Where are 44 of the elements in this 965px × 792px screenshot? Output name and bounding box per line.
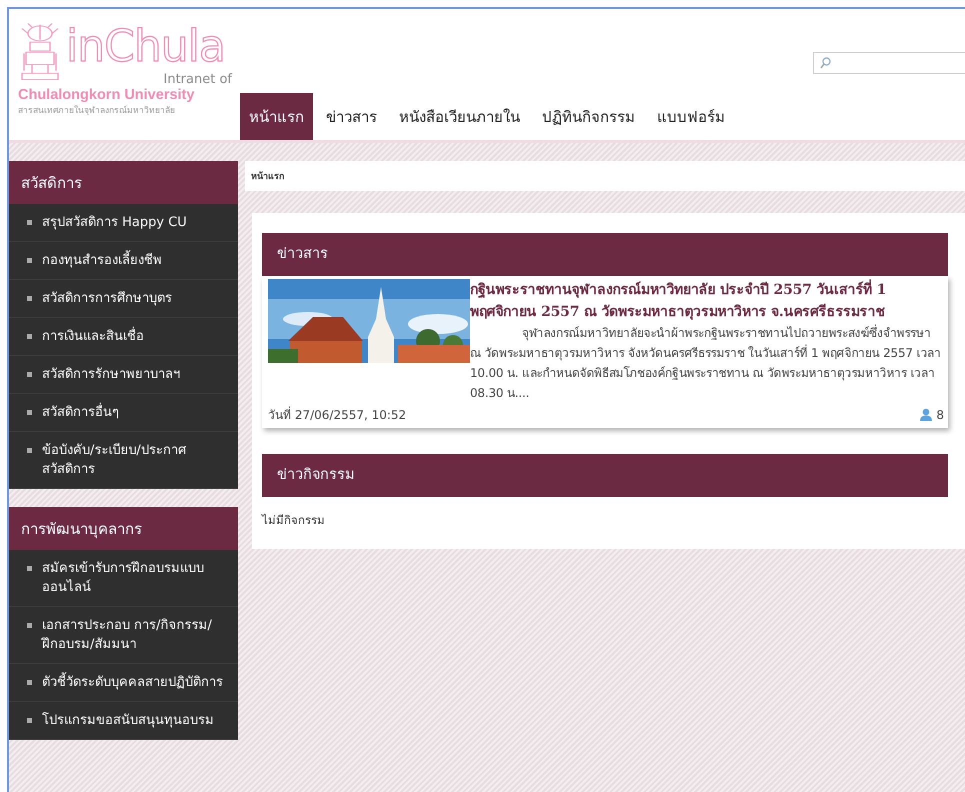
logo-title: inChula [66,21,226,73]
bullet-icon [27,448,32,453]
sidebar-link[interactable]: ตัวชี้วัดระดับบุคคลสายปฏิบัติการ [9,664,238,702]
sidebar-heading: การพัฒนาบุคลากร [9,507,238,550]
nav-tab[interactable]: แบบฟอร์ม [648,93,734,140]
bullet-icon [27,680,32,685]
bullet-icon [27,718,32,723]
breadcrumb[interactable]: หน้าแรก [245,161,965,191]
section-heading: ข่าวกิจกรรม [262,454,948,497]
nav-tab[interactable]: ปฏิทินกิจกรรม [533,93,644,140]
news-headline[interactable]: กฐินพระราชทานจุฬาลงกรณ์มหาวิทยาลัย ประจำปี 2557 วันเสาร์ที่ 1 พฤศจิกายน 2557 ณ วัดพระมหาธาตุวรมหาวิหาร จ.นครศรีธรรมราช [470,279,944,323]
nav-tab[interactable]: ข่าวสาร [317,93,386,140]
sidebar-link[interactable]: สวัสดิการการศึกษาบุตร [9,280,238,318]
logo-subtitle: Intranet of [162,73,232,87]
bullet-icon [27,623,32,628]
logo-university: Chulalongkorn University [18,87,196,103]
sidebar-link[interactable]: โปรแกรมขอสนับสนุนทุนอบรม [9,702,238,740]
bullet-icon [27,220,32,225]
view-count: 8 [936,408,944,422]
logo-tagline: สารสนเทศภายในจุฬาลงกรณ์มหาวิทยาลัย [18,104,176,117]
news-summary: จุฬาลงกรณ์มหาวิทยาลัยจะนำผ้าพระกฐินพระราชทานไปถวายพระสงฆ์ซึ่งจำพรรษา ณ วัดพระมหาธาตุวรมหาวิหาร จังหวัดนครศรีธรรมราช ในวันเสาร์ที่ 1 พฤศจิกายน 2557 เวลา 10.00 น. และกำหนดจัดพิธีสมโภชองค์กฐินพระราชทาน ณ วัดพระมหาธาตุวรมหาวิหาร เวลา 08.30 น.... [470,324,942,402]
search-field[interactable] [813,52,965,74]
bullet-icon [27,334,32,339]
news-date: วันที่ 27/06/2557, 10:52 [268,406,406,424]
bullet-icon [27,258,32,263]
sidebar-link[interactable]: กองทุนสำรองเลี้ยงชีพ [9,242,238,280]
sidebar-heading: สวัสดิการ [9,161,238,204]
empty-message: ไม่มีกิจกรรม [262,512,326,529]
bullet-icon [27,372,32,377]
nav-tab[interactable]: หน้าแรก [240,93,313,140]
nav-tab[interactable]: หนังสือเวียนภายใน [390,93,529,140]
sidebar-link[interactable]: เอกสารประกอบ การ/กิจกรรม/ฝึกอบรม/สัมมนา [9,607,238,664]
sidebar-link[interactable]: สวัสดิการรักษาพยาบาลฯ [9,356,238,394]
section-heading: ข่าวสาร [262,233,948,276]
search-icon [820,57,831,69]
bullet-icon [27,296,32,301]
person-icon [920,408,932,421]
bullet-icon [27,566,32,571]
sidebar-link[interactable]: สวัสดิการอื่นๆ [9,394,238,432]
sidebar-link[interactable]: สมัครเข้ารับการฝึกอบรมแบบออนไลน์ [9,550,238,607]
sidebar-link[interactable]: สรุปสวัสดิการ Happy CU [9,204,238,242]
sidebar-link[interactable]: ข้อบังคับ/ระเบียบ/ประกาศ สวัสดิการ [9,432,238,489]
sidebar-link[interactable]: การเงินและสินเชื่อ [9,318,238,356]
bullet-icon [27,410,32,415]
